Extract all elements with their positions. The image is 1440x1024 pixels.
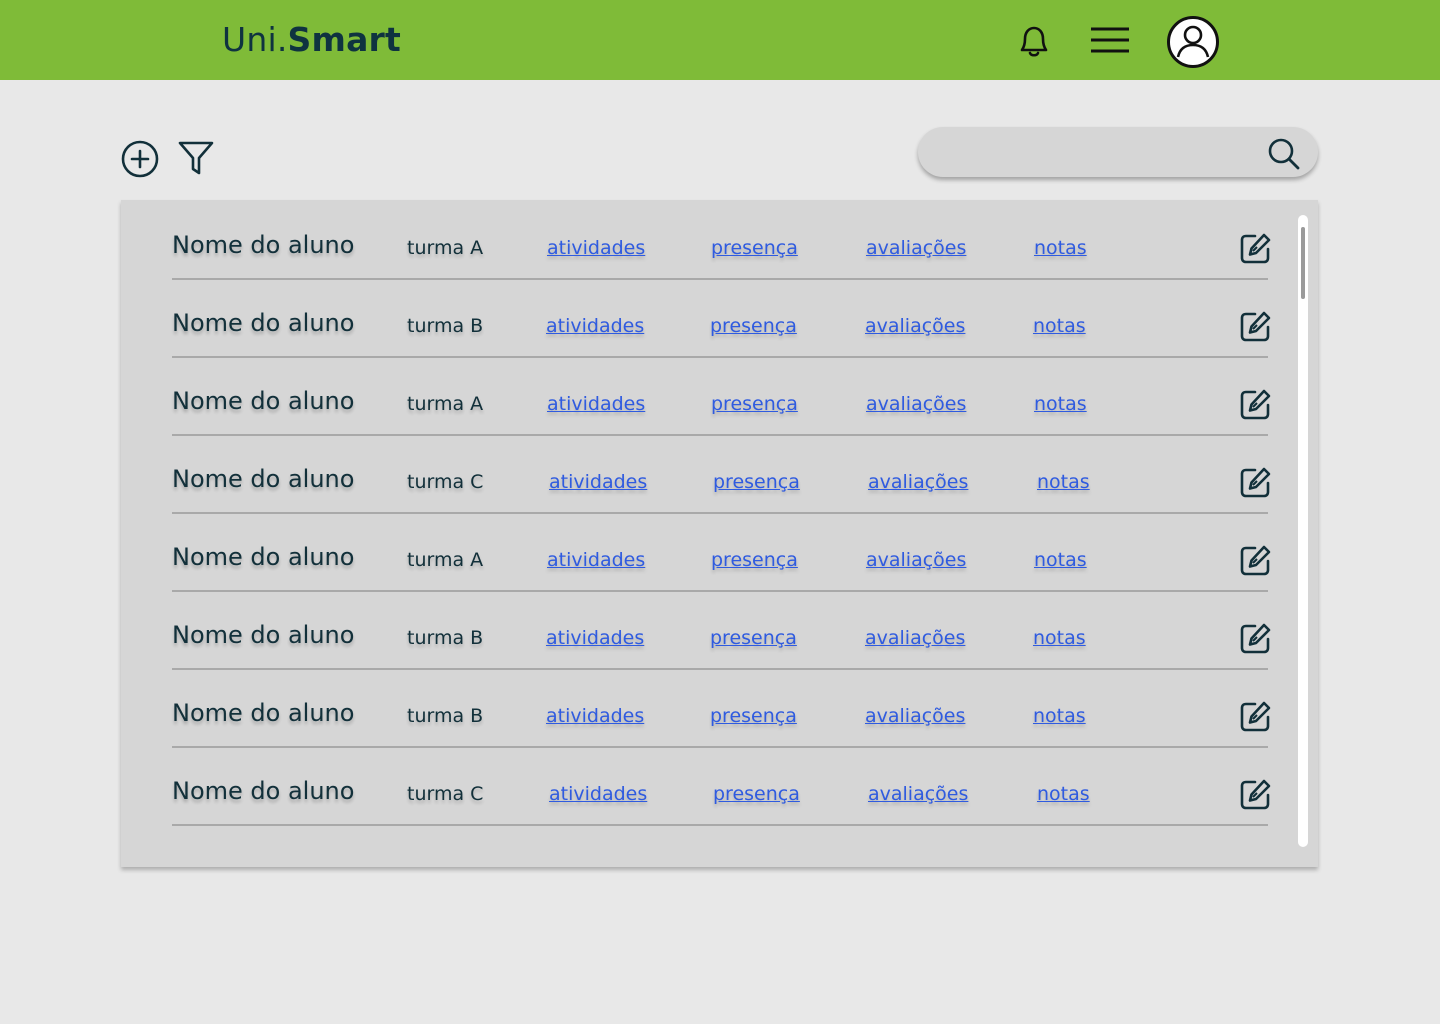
atividades-link[interactable]: atividades (546, 314, 644, 338)
presenca-link[interactable]: presença (710, 704, 797, 728)
avaliacoes-link[interactable]: avaliações (868, 782, 968, 806)
student-class: turma B (407, 705, 484, 727)
avaliacoes-link[interactable]: avaliações (866, 548, 966, 572)
presenca-link[interactable]: presença (710, 626, 797, 650)
logo-text-bold: Smart (287, 20, 402, 59)
atividades-link[interactable]: atividades (547, 392, 645, 416)
avaliacoes-link[interactable]: avaliações (866, 392, 966, 416)
atividades-link[interactable]: atividades (549, 782, 647, 806)
table-row: Nome do aluno turma B atividades presenç… (172, 590, 1271, 670)
presenca-link[interactable]: presença (713, 782, 800, 806)
notas-link[interactable]: notas (1034, 236, 1087, 260)
student-class: turma A (407, 393, 484, 415)
atividades-link[interactable]: atividades (546, 626, 644, 650)
search-input[interactable] (942, 137, 1256, 169)
search-box[interactable] (918, 127, 1318, 177)
avaliacoes-link[interactable]: avaliações (865, 704, 965, 728)
edit-icon[interactable] (1238, 700, 1272, 738)
student-name: Nome do aluno (172, 543, 355, 571)
edit-icon[interactable] (1238, 310, 1272, 348)
atividades-link[interactable]: atividades (547, 236, 645, 260)
app-logo[interactable]: Uni.Smart (222, 20, 401, 60)
menu-icon[interactable] (1089, 25, 1131, 59)
avaliacoes-link[interactable]: avaliações (868, 470, 968, 494)
edit-icon[interactable] (1238, 622, 1272, 660)
presenca-link[interactable]: presença (711, 236, 798, 260)
presenca-link[interactable]: presença (711, 548, 798, 572)
student-name: Nome do aluno (172, 231, 355, 259)
notas-link[interactable]: notas (1033, 314, 1086, 338)
notas-link[interactable]: notas (1037, 782, 1090, 806)
bell-icon[interactable] (1014, 20, 1054, 64)
notas-link[interactable]: notas (1033, 704, 1086, 728)
avaliacoes-link[interactable]: avaliações (865, 314, 965, 338)
plus-circle-icon[interactable] (120, 139, 160, 183)
edit-icon[interactable] (1238, 778, 1272, 816)
notas-link[interactable]: notas (1034, 548, 1087, 572)
filter-icon[interactable] (176, 138, 216, 182)
logo-text-light: Uni. (222, 20, 288, 59)
student-name: Nome do aluno (172, 387, 355, 415)
student-name: Nome do aluno (172, 309, 355, 337)
avaliacoes-link[interactable]: avaliações (866, 236, 966, 260)
notas-link[interactable]: notas (1037, 470, 1090, 494)
avaliacoes-link[interactable]: avaliações (865, 626, 965, 650)
student-name: Nome do aluno (172, 699, 355, 727)
table-row: Nome do aluno turma A atividades presenç… (172, 356, 1271, 436)
student-class: turma C (407, 783, 484, 805)
table-row: Nome do aluno turma C atividades presenç… (172, 434, 1271, 514)
table-row: Nome do aluno turma C atividades presenç… (172, 746, 1271, 826)
student-class: turma A (407, 237, 484, 259)
edit-icon[interactable] (1238, 544, 1272, 582)
notas-link[interactable]: notas (1034, 392, 1087, 416)
student-name: Nome do aluno (172, 621, 355, 649)
student-class: turma B (407, 627, 484, 649)
edit-icon[interactable] (1238, 466, 1272, 504)
student-name: Nome do aluno (172, 465, 355, 493)
student-class: turma C (407, 471, 484, 493)
student-class: turma A (407, 549, 484, 571)
atividades-link[interactable]: atividades (546, 704, 644, 728)
table-row: Nome do aluno turma B atividades presenç… (172, 278, 1271, 358)
edit-icon[interactable] (1238, 232, 1272, 270)
student-name: Nome do aluno (172, 777, 355, 805)
table-row: Nome do aluno turma B atividades presenç… (172, 668, 1271, 748)
top-bar: Uni.Smart (0, 0, 1440, 80)
search-icon[interactable] (1266, 136, 1302, 176)
notas-link[interactable]: notas (1033, 626, 1086, 650)
atividades-link[interactable]: atividades (549, 470, 647, 494)
table-row: Nome do aluno turma A atividades presenç… (172, 200, 1271, 280)
scrollbar-thumb[interactable] (1301, 227, 1305, 299)
presenca-link[interactable]: presença (710, 314, 797, 338)
presenca-link[interactable]: presença (711, 392, 798, 416)
table-row: Nome do aluno turma A atividades presenç… (172, 512, 1271, 592)
atividades-link[interactable]: atividades (547, 548, 645, 572)
presenca-link[interactable]: presença (713, 470, 800, 494)
user-icon[interactable] (1166, 15, 1220, 73)
student-list: Nome do aluno turma A atividades presenç… (121, 200, 1318, 867)
student-class: turma B (407, 315, 484, 337)
scrollbar[interactable] (1298, 215, 1308, 847)
edit-icon[interactable] (1238, 388, 1272, 426)
